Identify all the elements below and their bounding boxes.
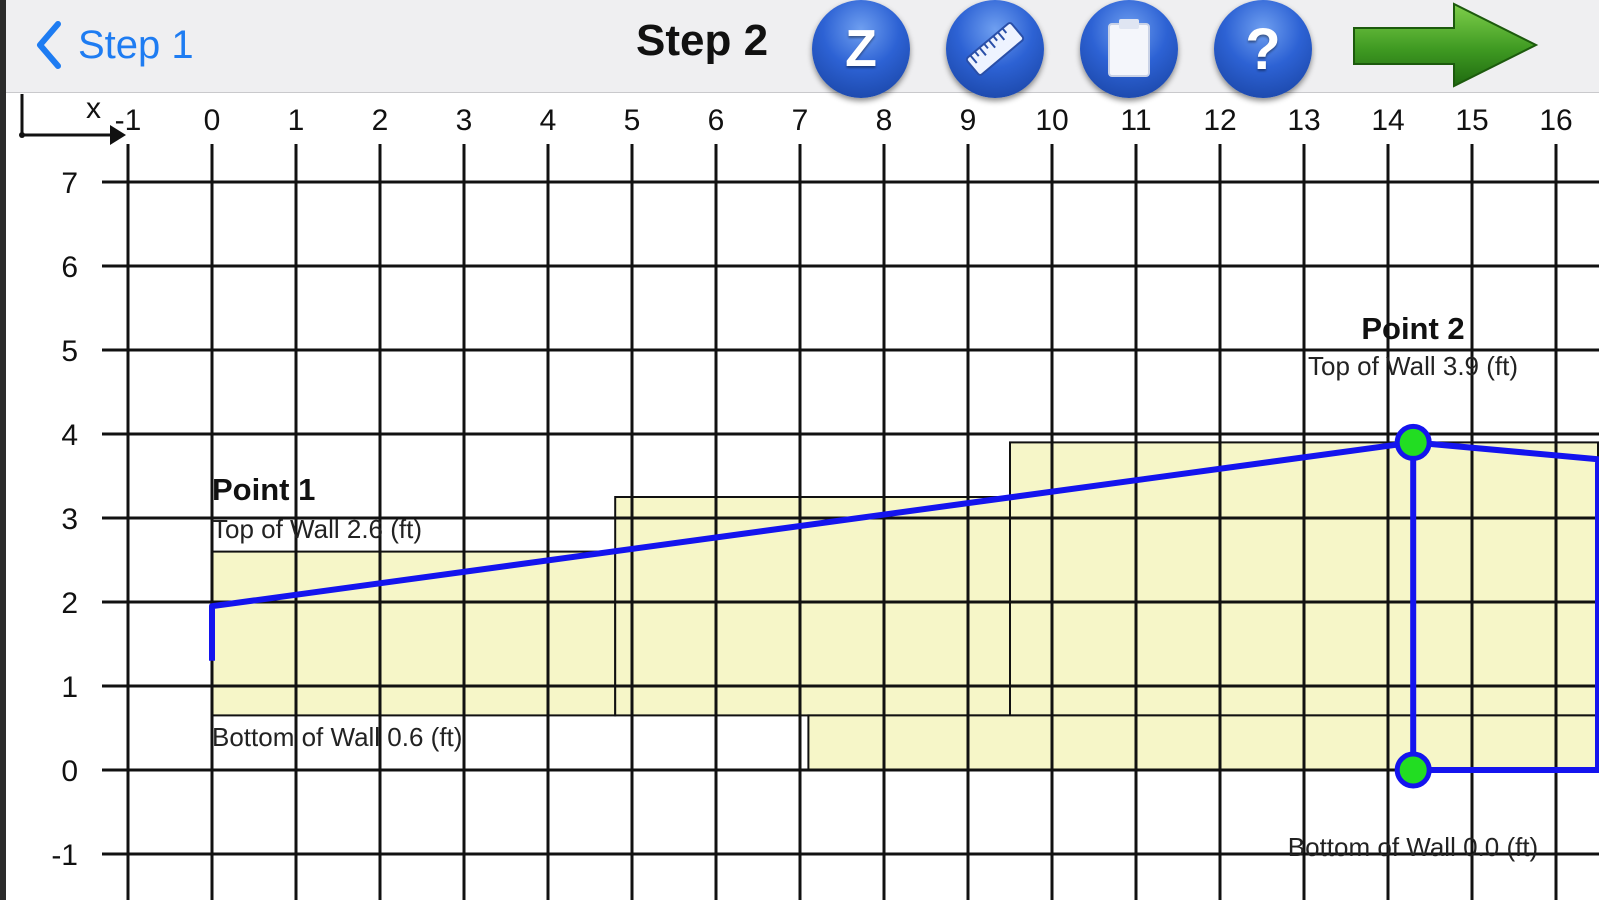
arrow-right-icon: [1353, 2, 1539, 88]
x-tick-label: 14: [1371, 104, 1404, 137]
point-1-title: Point 1: [212, 472, 315, 507]
zoom-icon: Z: [845, 20, 877, 78]
fill-step-3: [807, 714, 1599, 772]
y-tick-label: 5: [61, 335, 78, 368]
x-tick-label: 5: [624, 104, 641, 137]
axis-corner-indicator: x: [19, 92, 126, 145]
next-step-button[interactable]: [1350, 0, 1540, 90]
point-2-title: Point 2: [1361, 311, 1464, 346]
x-tick-label: 10: [1035, 104, 1068, 137]
y-tick-label: 7: [61, 167, 78, 200]
x-tick-label: 6: [708, 104, 725, 137]
x-tick-label: 0: [204, 104, 221, 137]
y-tick-label: 1: [61, 671, 78, 704]
ruler-icon: [965, 22, 1025, 76]
axis-corner-label: x: [86, 92, 101, 125]
point-2-handle-bottom[interactable]: [1394, 751, 1432, 789]
page-title: Step 2: [636, 16, 769, 65]
y-tick-label: 2: [61, 587, 78, 620]
x-tick-label: 16: [1539, 104, 1572, 137]
x-tick-label: 9: [960, 104, 977, 137]
y-tick-label: -1: [51, 839, 78, 872]
ruler-button[interactable]: [946, 0, 1044, 98]
x-tick-label: 1: [288, 104, 305, 137]
wall-chart[interactable]: -1 0 1 2 3 4 5 6 7 8 9 10 11 12 13 14 15 1676543210-1 x P…: [0, 0, 1599, 900]
point-1-top-label: Top of Wall 2.6 (ft): [212, 514, 422, 544]
zoom-button[interactable]: Z: [812, 0, 910, 98]
x-tick-label: 13: [1287, 104, 1320, 137]
x-tick-label: 12: [1203, 104, 1236, 137]
x-tick-label: 11: [1120, 104, 1151, 137]
point-2-top-label: Top of Wall 3.9 (ft): [1308, 351, 1518, 381]
app-frame: -1 0 1 2 3 4 5 6 7 8 9 10 11 12 13 14 15 16 7 6 5 4 3 2 1 0 -1 x P…: [0, 0, 1599, 900]
x-tick-label: 2: [372, 104, 389, 137]
clipboard-icon: [1108, 19, 1150, 77]
x-tick-label: 7: [792, 104, 809, 137]
x-tick-label: 15: [1455, 104, 1488, 137]
point-2-bottom-label: Bottom of Wall 0.0 (ft): [1288, 832, 1538, 862]
y-tick-label: 3: [61, 503, 78, 536]
x-tick-label: 8: [876, 104, 893, 137]
fill-step-1: [614, 496, 1011, 717]
y-tick-label: 6: [61, 251, 78, 284]
help-button[interactable]: ?: [1214, 0, 1312, 98]
point-1-bottom-label: Bottom of Wall 0.6 (ft): [212, 722, 462, 752]
back-button-label: Step 1: [78, 22, 194, 67]
chevron-left-icon: [37, 21, 61, 69]
y-tick-label: 0: [61, 755, 78, 788]
question-mark-icon: ?: [1245, 16, 1281, 82]
clipboard-button[interactable]: [1080, 0, 1178, 98]
back-button[interactable]: Step 1: [36, 14, 194, 76]
x-tick-label: 4: [540, 104, 557, 137]
x-tick-label: 3: [456, 104, 473, 137]
window-left-edge: [0, 0, 6, 900]
y-tick-label: 4: [61, 419, 78, 452]
point-2-handle-top[interactable]: [1394, 423, 1432, 461]
fill-layer: [211, 441, 1599, 772]
